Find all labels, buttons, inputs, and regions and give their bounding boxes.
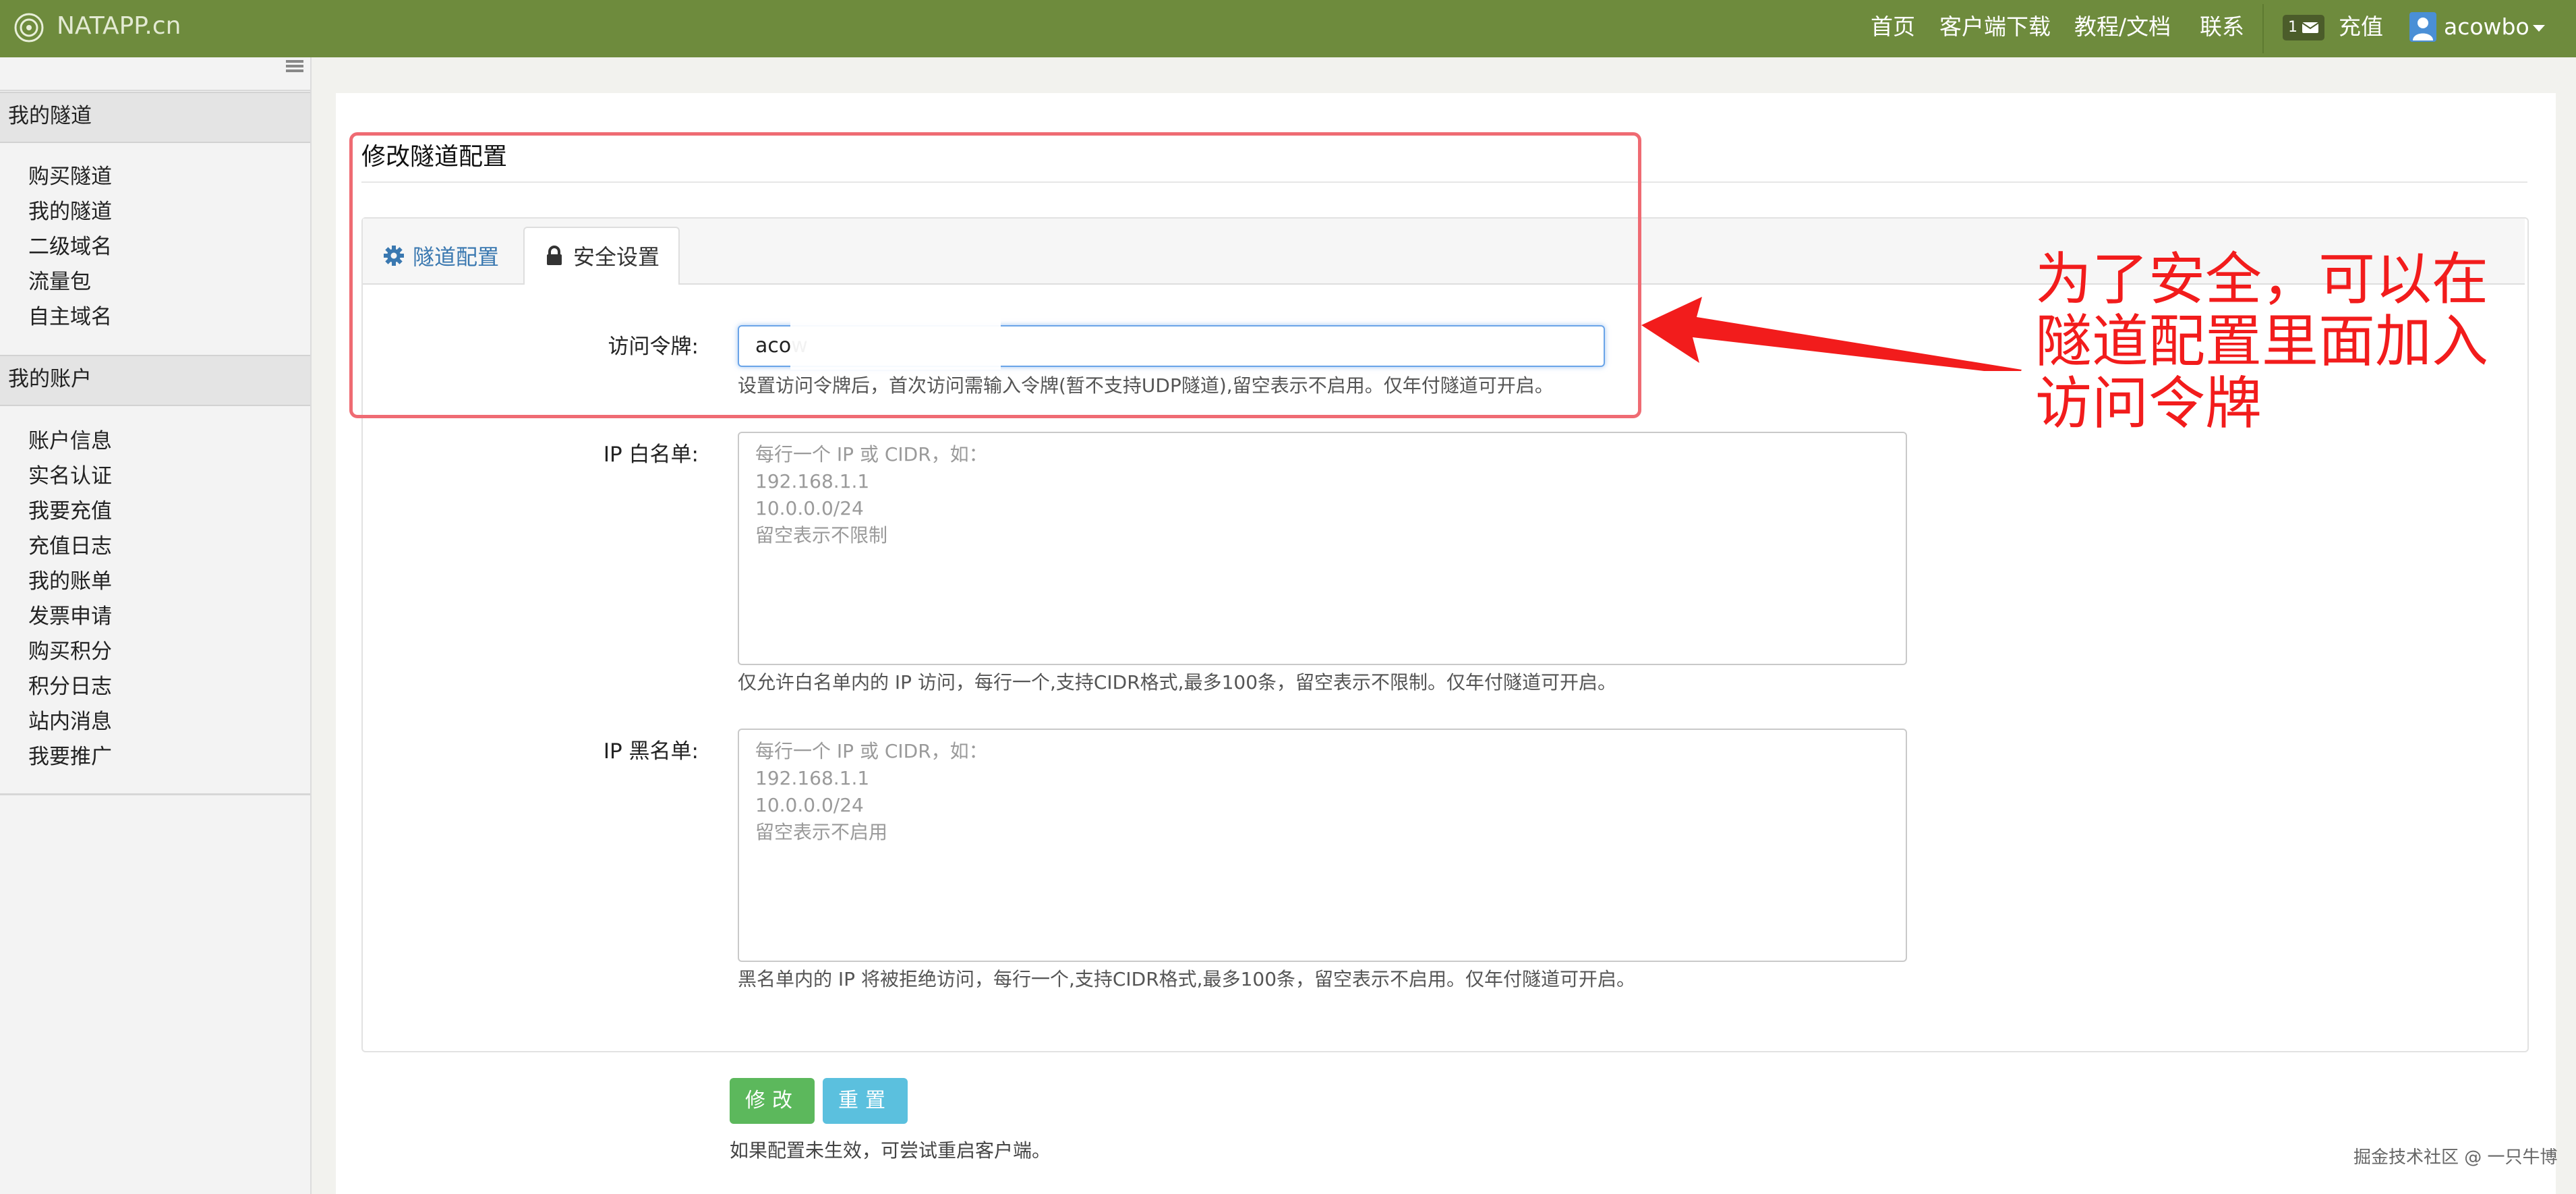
sidebar-item-traffic-pack[interactable]: 流量包 — [28, 264, 91, 300]
submit-button[interactable]: 修改 — [730, 1078, 815, 1124]
annotation-arrow-icon — [1641, 297, 2022, 371]
sidebar-item-points-log[interactable]: 积分日志 — [28, 669, 112, 704]
ip-blacklist-label: IP 黑名单: — [603, 739, 699, 764]
nav-client-download-link[interactable]: 客户端下载 — [1939, 9, 2051, 45]
message-count: 1 — [2288, 19, 2297, 36]
ip-whitelist-help: 仅允许白名单内的 IP 访问，每行一个,支持CIDR格式,最多100条，留空表示… — [738, 671, 1617, 693]
annotation-line: 为了安全，可以在 — [2035, 246, 2489, 312]
sidebar-item-real-name[interactable]: 实名认证 — [28, 459, 112, 494]
whitelist-placeholder-line: 192.168.1.1 — [755, 470, 870, 492]
sidebar-item-messages[interactable]: 站内消息 — [28, 704, 112, 739]
sidebar-item-recharge-log[interactable]: 充值日志 — [28, 529, 112, 564]
blacklist-placeholder-line: 10.0.0.0/24 — [755, 794, 864, 816]
natapp-logo-icon[interactable] — [13, 12, 45, 43]
nav-recharge-link[interactable]: 充值 — [2339, 9, 2383, 45]
blacklist-placeholder-line: 每行一个 IP 或 CIDR，如： — [755, 740, 988, 762]
sidebar-bottom-rule — [0, 793, 310, 795]
ip-whitelist-label: IP 白名单: — [603, 443, 699, 467]
brand-name[interactable]: NATAPP.cn — [57, 9, 181, 43]
sidebar-item-recharge[interactable]: 我要充值 — [28, 494, 112, 529]
nav-contact-link[interactable]: 联系 — [2200, 9, 2244, 45]
user-avatar-icon[interactable] — [2409, 12, 2436, 42]
sidebar-item-buy-tunnel[interactable]: 购买隧道 — [28, 159, 112, 194]
ip-blacklist-textarea[interactable]: 每行一个 IP 或 CIDR，如： 192.168.1.1 10.0.0.0/2… — [738, 729, 1907, 962]
sidebar-section-tunnels-title: 我的隧道 — [8, 104, 92, 128]
nav-home-link[interactable]: 首页 — [1871, 9, 1915, 45]
sidebar-item-my-tunnels[interactable]: 我的隧道 — [28, 194, 112, 229]
sidebar-item-subdomain[interactable]: 二级域名 — [28, 229, 112, 264]
sidebar-top-rule — [0, 90, 310, 91]
sidebar-section-account-title: 我的账户 — [8, 367, 92, 391]
blacklist-placeholder-line: 留空表示不启用 — [755, 821, 888, 843]
sidebar-item-account-info[interactable]: 账户信息 — [28, 424, 112, 459]
message-badge[interactable]: 1 — [2283, 15, 2324, 40]
annotation-line: 访问令牌 — [2035, 370, 2262, 436]
sidebar-item-promote[interactable]: 我要推广 — [28, 739, 112, 774]
whitelist-placeholder-line: 每行一个 IP 或 CIDR，如： — [755, 443, 988, 465]
nav-docs-link[interactable]: 教程/文档 — [2074, 9, 2171, 45]
sidebar-item-invoice[interactable]: 发票申请 — [28, 599, 112, 634]
envelope-icon — [2302, 22, 2319, 33]
annotation-highlight-box — [349, 132, 1641, 418]
ip-blacklist-help: 黑名单内的 IP 将被拒绝访问，每行一个,支持CIDR格式,最多100条，留空表… — [738, 968, 1636, 990]
restart-hint: 如果配置未生效，可尝试重启客户端。 — [730, 1139, 1051, 1162]
blacklist-placeholder-line: 192.168.1.1 — [755, 767, 870, 789]
annotation-line: 隧道配置里面加入 — [2035, 308, 2489, 374]
sidebar-item-my-bills[interactable]: 我的账单 — [28, 564, 112, 599]
reset-button[interactable]: 重置 — [823, 1078, 908, 1124]
user-menu[interactable]: acowbo — [2444, 9, 2529, 45]
nav-divider — [2262, 4, 2264, 53]
chevron-down-icon[interactable] — [2533, 25, 2545, 32]
sidebar-item-buy-points[interactable]: 购买积分 — [28, 634, 112, 669]
sidebar-collapse-icon[interactable] — [286, 59, 303, 73]
ip-whitelist-textarea[interactable]: 每行一个 IP 或 CIDR，如： 192.168.1.1 10.0.0.0/2… — [738, 432, 1907, 665]
top-navbar — [0, 0, 2576, 57]
annotation-text: 为了安全，可以在 隧道配置里面加入 访问令牌 — [2035, 248, 2561, 434]
watermark: 掘金技术社区 @ 一只牛博 — [2353, 1147, 2558, 1168]
whitelist-placeholder-line: 10.0.0.0/24 — [755, 497, 864, 519]
whitelist-placeholder-line: 留空表示不限制 — [755, 524, 888, 546]
sidebar-item-custom-domain[interactable]: 自主域名 — [28, 300, 112, 335]
